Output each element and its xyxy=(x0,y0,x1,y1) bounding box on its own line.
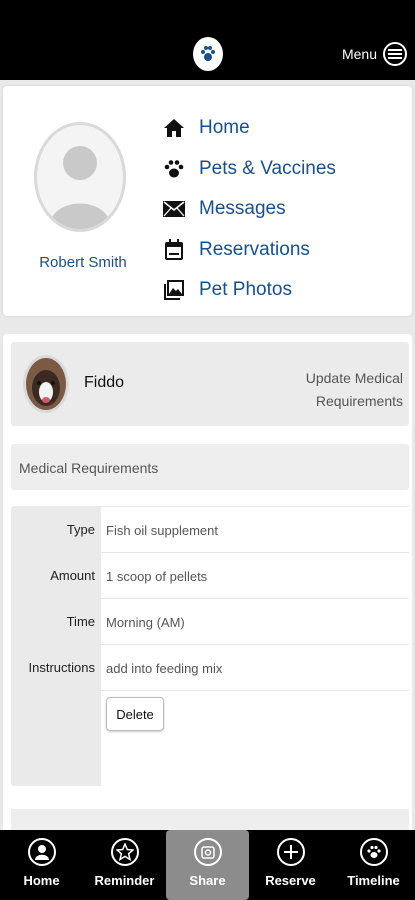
nav-item-messages[interactable]: Messages xyxy=(161,189,336,230)
pet-avatar xyxy=(23,355,69,413)
nav-item-label: Home xyxy=(199,117,250,139)
amount-value: 1 scoop of pellets xyxy=(106,569,208,584)
mail-icon xyxy=(161,196,187,222)
section-title: Medical Requirements xyxy=(11,444,409,490)
home-icon xyxy=(161,115,187,141)
pet-header: Fiddo Update Medical Requirements xyxy=(11,342,409,426)
time-value: Morning (AM) xyxy=(106,615,185,630)
detail-row-amount: 1 scoop of pellets xyxy=(101,552,409,598)
detail-row-actions: Delete xyxy=(101,690,409,786)
menu-button[interactable]: Menu xyxy=(342,40,407,68)
medical-card: Fiddo Update Medical Requirements Medica… xyxy=(3,334,412,839)
instructions-label: Instructions xyxy=(28,660,95,675)
profile-nav: Home Pets & Vaccines Messages Reservatio… xyxy=(161,108,336,311)
menu-label: Menu xyxy=(341,46,377,62)
user-circle-icon xyxy=(27,838,56,866)
nav-item-label: Reservations xyxy=(199,238,310,260)
tab-home[interactable]: Home xyxy=(0,830,83,900)
tab-reminder[interactable]: Reminder xyxy=(83,830,166,900)
tab-reserve[interactable]: Reserve xyxy=(249,830,332,900)
medical-details: Fish oil supplement Type 1 scoop of pell… xyxy=(11,506,409,786)
nav-item-home[interactable]: Home xyxy=(161,108,336,149)
detail-row-time: Morning (AM) xyxy=(101,598,409,644)
tab-share[interactable]: Share xyxy=(166,830,249,900)
star-icon xyxy=(110,838,139,866)
detail-row-instructions: add into feeding mix xyxy=(101,644,409,690)
nav-item-label: Pet Photos xyxy=(199,279,292,301)
update-medical-requirements-link[interactable]: Update Medical Requirements xyxy=(283,367,403,413)
pet-name: Fiddo xyxy=(84,374,125,391)
nav-item-pets-vaccines[interactable]: Pets & Vaccines xyxy=(161,149,336,190)
paw-logo-icon xyxy=(193,37,223,71)
nav-item-label: Messages xyxy=(199,198,286,220)
share-icon xyxy=(193,838,222,866)
delete-button[interactable]: Delete xyxy=(106,697,164,731)
hamburger-icon xyxy=(383,42,407,66)
tab-label: Timeline xyxy=(347,873,400,888)
amount-label: Amount xyxy=(50,568,95,583)
avatar xyxy=(34,122,126,232)
instructions-value: add into feeding mix xyxy=(106,661,223,676)
tab-label: Share xyxy=(189,873,226,888)
user-name[interactable]: Robert Smith xyxy=(13,254,153,271)
photos-icon xyxy=(161,277,187,303)
tab-timeline[interactable]: Timeline xyxy=(332,830,415,900)
paw-icon xyxy=(161,156,187,182)
calendar-icon xyxy=(161,237,187,263)
nav-item-pet-photos[interactable]: Pet Photos xyxy=(161,270,336,311)
type-value: Fish oil supplement xyxy=(106,523,218,538)
plus-circle-icon xyxy=(276,838,305,866)
type-label: Type xyxy=(66,522,95,537)
tab-label: Reserve xyxy=(265,873,316,888)
time-label: Time xyxy=(66,614,95,629)
tab-label: Home xyxy=(23,873,60,888)
top-bar: Menu xyxy=(0,0,415,80)
profile-card: Robert Smith Home Pets & Vaccines Messag… xyxy=(3,86,412,316)
nav-item-reservations[interactable]: Reservations xyxy=(161,230,336,271)
nav-item-label: Pets & Vaccines xyxy=(199,157,336,179)
bottom-tab-bar: Home Reminder Share Reserve Timeline xyxy=(0,830,415,900)
detail-row-type: Fish oil supplement xyxy=(101,506,409,552)
tab-label: Reminder xyxy=(94,873,155,888)
paw-circle-icon xyxy=(359,838,388,866)
